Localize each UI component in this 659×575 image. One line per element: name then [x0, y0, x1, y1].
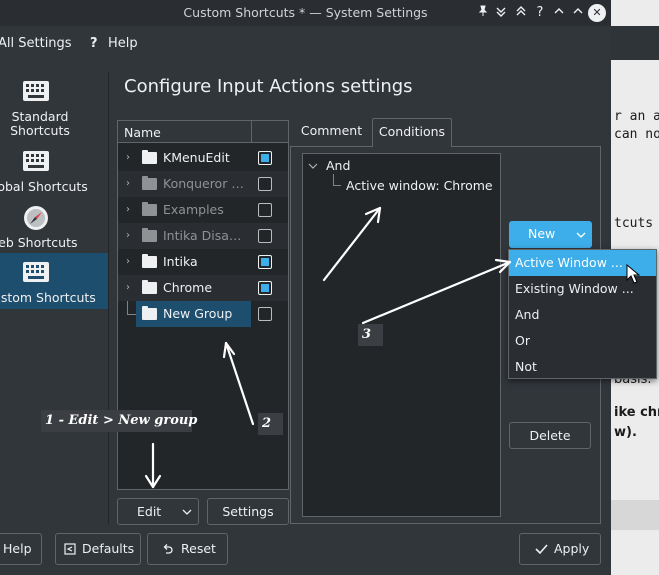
- annotation-step-1: 1 - Edit > New group: [41, 410, 197, 432]
- arrow-to-condition: [322, 206, 382, 282]
- annotation-step-2: 2: [258, 413, 283, 435]
- arrow-to-menu-item: [361, 260, 512, 325]
- annotation-arrows: [144, 206, 512, 489]
- tab-conditions[interactable]: Conditions: [372, 118, 452, 147]
- arrow-to-new-group: [224, 341, 255, 426]
- annotation-step-3: 3: [358, 324, 383, 346]
